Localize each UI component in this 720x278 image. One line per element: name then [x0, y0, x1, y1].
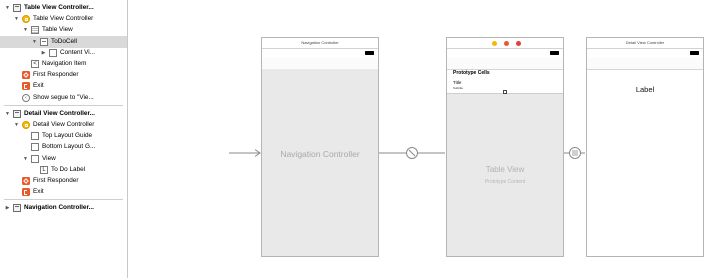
outline-row[interactable]: Exit: [0, 80, 127, 92]
battery-icon: [690, 51, 699, 55]
view-controller-icon[interactable]: [492, 40, 497, 46]
navigation-controller-scene[interactable]: Navigation Controller Navigation Control…: [261, 37, 379, 257]
prototype-content-label: Prototype Content: [484, 179, 526, 185]
outline-row[interactable]: ▼ Table View: [0, 24, 127, 36]
battery-icon: [365, 51, 374, 55]
outline-row[interactable]: L To Do Label: [0, 164, 127, 176]
disclosure-expanded-icon[interactable]: ▼: [31, 36, 38, 48]
table-view-area[interactable]: [447, 93, 563, 256]
label-icon: L: [40, 165, 48, 174]
outline-row[interactable]: Bottom Layout G...: [0, 141, 127, 153]
show-segue[interactable]: [564, 145, 586, 161]
segue-icon: ‹: [22, 93, 30, 102]
table-view-title: Table View: [485, 165, 525, 174]
first-responder-icon: [22, 177, 30, 185]
table-view-controller-scene[interactable]: Prototype Cells Title Subtitle Table Vie…: [446, 37, 564, 257]
cell-title-label[interactable]: Title: [453, 80, 461, 85]
to-do-label[interactable]: Label: [587, 85, 703, 94]
outline-row-label: Bottom Layout G...: [42, 143, 96, 151]
view-controller-icon: [22, 121, 30, 129]
navigation-bar[interactable]: [447, 58, 563, 70]
outline-row[interactable]: First Responder: [0, 175, 127, 187]
relationship-segue[interactable]: [379, 145, 446, 161]
scene-icon: [13, 109, 21, 118]
outline-row[interactable]: ▶ Content Vi...: [0, 47, 127, 59]
outline-row-label: First Responder: [33, 177, 79, 184]
navigation-bar[interactable]: [587, 58, 703, 70]
layout-guide-icon: [31, 143, 39, 152]
outline-row-label: Table View Controller: [33, 15, 94, 23]
first-responder-icon[interactable]: [504, 40, 509, 46]
outline-row-label: Content Vi...: [60, 48, 96, 56]
scene-icon: [13, 204, 21, 213]
status-bar: [447, 48, 563, 58]
outline-row[interactable]: ▶ Navigation Controller...: [0, 202, 127, 214]
exit-icon[interactable]: [516, 40, 521, 46]
table-view-icon: [31, 26, 39, 35]
outline-separator: [4, 199, 123, 201]
outline-row[interactable]: ▼ View: [0, 153, 127, 165]
prototype-cells-header: Prototype Cells: [453, 70, 490, 76]
outline-row[interactable]: < Navigation Item: [0, 58, 127, 70]
scene-icon: [13, 4, 21, 12]
outline-row[interactable]: ▼ Detail View Controller...: [0, 108, 127, 120]
outline-row-label: Navigation Controller...: [24, 204, 94, 212]
outline-row-label: Table View Controller...: [24, 4, 94, 11]
disclosure-collapsed-icon[interactable]: ▶: [40, 47, 47, 59]
outline-row[interactable]: ▼ Table View Controller: [0, 13, 127, 25]
status-bar: [262, 48, 378, 58]
exit-icon: [22, 188, 30, 197]
detail-view-controller-scene[interactable]: Detail View Controller Label: [586, 37, 704, 257]
outline-row-label: Exit: [33, 188, 44, 196]
outline-row[interactable]: ▼ ToDoCell: [0, 35, 127, 48]
outline-row-label: Detail View Controller: [33, 121, 95, 128]
outline-row-label: Navigation Item: [42, 60, 87, 67]
layout-guide-icon: [31, 132, 39, 141]
disclosure-expanded-icon[interactable]: ▼: [22, 24, 29, 36]
outline-separator: [4, 104, 123, 106]
exit-icon: [22, 82, 30, 91]
status-bar: [587, 48, 703, 58]
disclosure-expanded-icon[interactable]: ▼: [4, 108, 11, 120]
navigation-item-icon: <: [31, 60, 39, 68]
outline-row-label: Show segue to "Vie...: [33, 93, 94, 101]
outline-row-label: View: [42, 154, 56, 162]
outline-row[interactable]: First Responder: [0, 69, 127, 81]
disclosure-expanded-icon[interactable]: ▼: [22, 153, 29, 165]
initial-view-controller-arrow: [229, 149, 261, 157]
first-responder-icon: [22, 71, 30, 80]
disclosure-expanded-icon[interactable]: ▼: [13, 119, 20, 131]
outline-row-label: Exit: [33, 82, 44, 90]
disclosure-expanded-icon[interactable]: ▼: [4, 2, 11, 14]
outline-row-label: To Do Label: [51, 165, 86, 173]
cell-subtitle-label[interactable]: Subtitle: [453, 86, 463, 90]
disclosure-expanded-icon[interactable]: ▼: [13, 13, 20, 25]
disclosure-collapsed-icon[interactable]: ▶: [4, 202, 11, 214]
outline-row[interactable]: ▼ Detail View Controller: [0, 119, 127, 131]
resize-handle[interactable]: [503, 90, 507, 94]
outline-row[interactable]: ‹ Show segue to "Vie...: [0, 92, 127, 104]
table-cell-icon: [40, 37, 48, 46]
document-outline: ▼ Table View Controller... ▼ Table View Con…: [0, 0, 128, 278]
outline-row[interactable]: Exit: [0, 186, 127, 198]
outline-row[interactable]: ▼ Table View Controller...: [0, 2, 127, 14]
outline-row-label: Top Layout Guide: [42, 132, 93, 140]
view-controller-icon: [22, 15, 30, 24]
outline-row-label: First Responder: [33, 71, 79, 79]
outline-row[interactable]: Top Layout Guide: [0, 130, 127, 142]
content-view-icon: [49, 48, 57, 57]
view-icon: [31, 154, 39, 163]
outline-row-label: ToDoCell: [51, 37, 77, 45]
outline-row-label: Table View: [42, 26, 73, 34]
outline-row-label: Detail View Controller...: [24, 109, 95, 117]
placeholder-area: [262, 69, 378, 256]
battery-icon: [550, 51, 559, 55]
navigation-controller-title: Navigation Controller: [280, 149, 360, 159]
storyboard-canvas[interactable]: Navigation Controller Navigation Control…: [128, 0, 720, 278]
